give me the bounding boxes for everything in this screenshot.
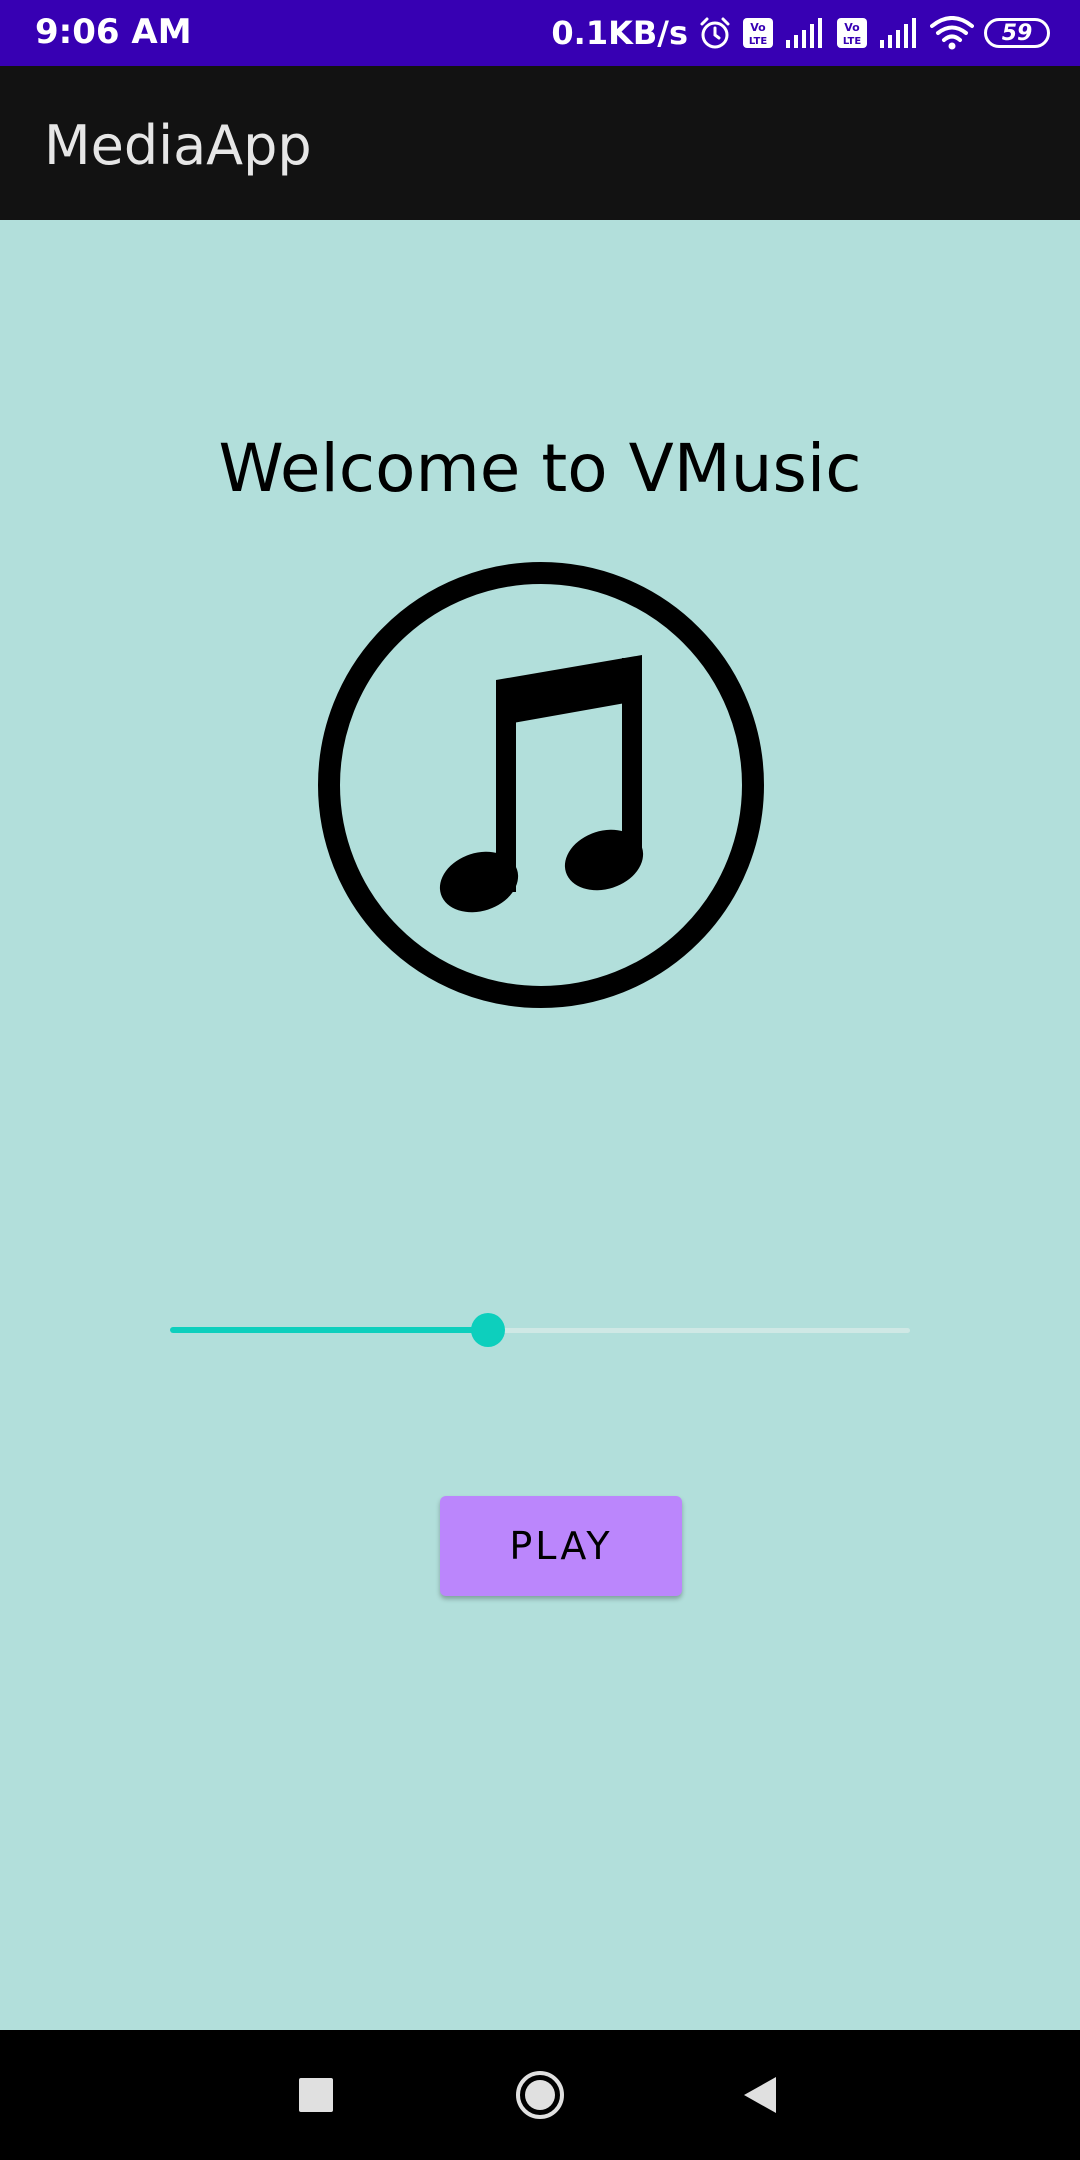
status-icons: 0.1KB/s Vo LTE Vo LTE 59 xyxy=(551,10,1050,56)
seek-bar[interactable] xyxy=(170,1310,910,1350)
app-title: MediaApp xyxy=(44,114,312,177)
svg-text:LTE: LTE xyxy=(749,36,768,47)
alarm-icon xyxy=(698,16,732,50)
recents-square-icon[interactable] xyxy=(281,2060,351,2130)
app-bar: MediaApp xyxy=(0,66,1080,220)
battery-level: 59 xyxy=(1001,20,1033,46)
battery-icon: 59 xyxy=(984,18,1050,48)
wifi-icon xyxy=(930,16,974,50)
svg-text:Vo: Vo xyxy=(750,21,766,34)
music-note-circle-icon xyxy=(316,560,766,1010)
status-time: 9:06 AM xyxy=(35,12,192,52)
seek-thumb[interactable] xyxy=(471,1313,505,1347)
signal-icon xyxy=(784,18,826,48)
seek-progress xyxy=(170,1327,488,1333)
main-content: Welcome to VMusic PLAY xyxy=(0,220,1080,2030)
navigation-bar xyxy=(0,2030,1080,2160)
svg-text:Vo: Vo xyxy=(844,21,860,34)
back-triangle-icon[interactable] xyxy=(725,2060,795,2130)
welcome-heading: Welcome to VMusic xyxy=(218,430,862,507)
svg-text:LTE: LTE xyxy=(843,36,862,47)
signal-icon xyxy=(878,18,920,48)
status-bar: 9:06 AM 0.1KB/s Vo LTE Vo LTE 59 xyxy=(0,0,1080,66)
volte-icon: Vo LTE xyxy=(836,17,868,49)
home-circle-icon[interactable] xyxy=(505,2060,575,2130)
play-button[interactable]: PLAY xyxy=(440,1496,682,1596)
network-speed: 0.1KB/s xyxy=(551,14,688,52)
volte-icon: Vo LTE xyxy=(742,17,774,49)
